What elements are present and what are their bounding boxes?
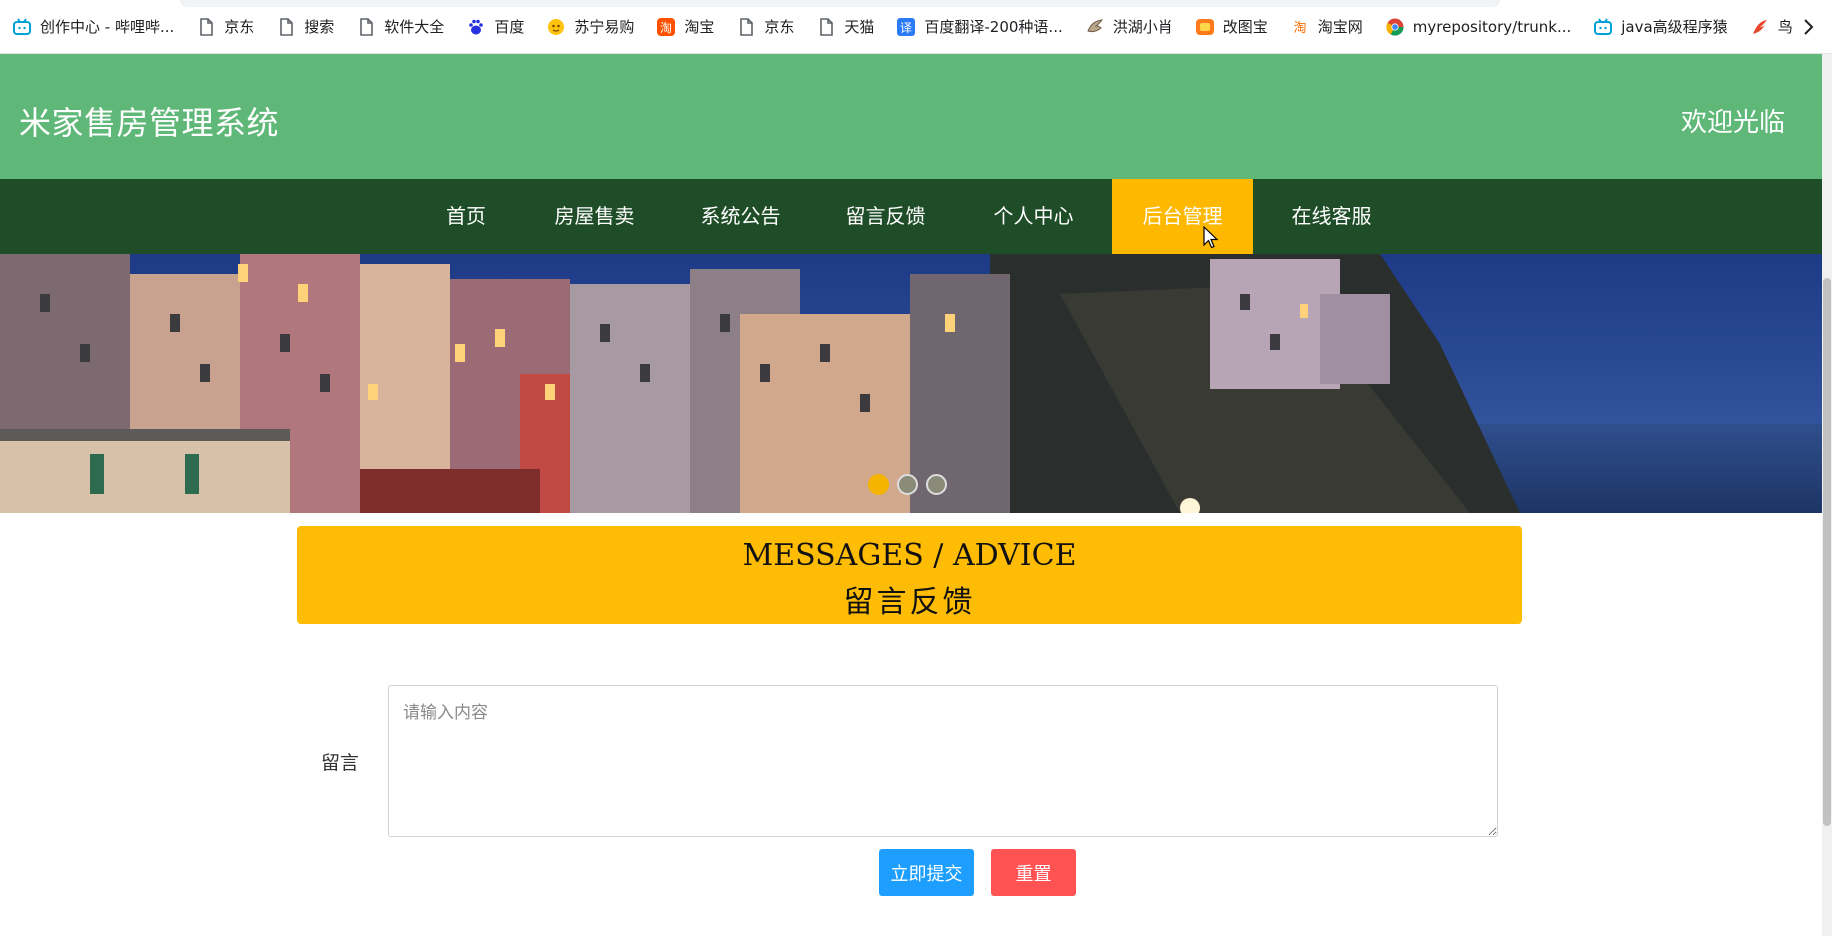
bookmark-item[interactable]: 京东 (196, 12, 254, 42)
translate-icon: 译 (897, 17, 916, 36)
bookmark-item[interactable]: java高级程序猿 (1593, 12, 1728, 42)
feather-icon (1752, 19, 1767, 34)
bookmark-label: 京东 (764, 18, 795, 36)
carousel-dot[interactable] (926, 474, 947, 495)
bookmark-item[interactable]: 洪湖小肖 (1085, 12, 1173, 42)
mouse-cursor-icon (1203, 226, 1219, 249)
bookmark-label: 改图宝 (1222, 18, 1268, 36)
bookmark-item[interactable]: 淘 淘宝 (656, 12, 714, 42)
section-title-cn: 留言反馈 (843, 585, 976, 620)
site-header: 米家售房管理系统 欢迎光临 (0, 54, 1822, 179)
chevron-right-icon[interactable] (1798, 17, 1818, 37)
bookmark-item[interactable]: myrepository/trunk... (1385, 12, 1571, 42)
bookmark-item[interactable]: 改图宝 (1195, 12, 1268, 42)
bookmark-label: 百度翻译-200种语... (924, 18, 1063, 36)
message-textarea[interactable] (388, 685, 1498, 837)
bookmarks-bar: 创作中心 - 哔哩哔... 京东 搜索 软件大全 百度 苏宁易购 淘 淘宝 京东 (0, 0, 1832, 54)
gaitubao-icon (1195, 18, 1214, 35)
bookmark-item[interactable]: 软件大全 (356, 12, 444, 42)
bookmark-item[interactable]: 苏宁易购 (546, 12, 634, 42)
bookmark-label: myrepository/trunk... (1412, 17, 1572, 36)
bookmark-item[interactable]: 译 百度翻译-200种语... (896, 12, 1063, 42)
baidu-icon (469, 19, 484, 34)
bookmark-item[interactable]: 创作中心 - 哔哩哔... (12, 12, 174, 42)
bookmark-item[interactable]: 搜索 (276, 12, 334, 42)
nav-item-admin[interactable]: 后台管理 (1112, 179, 1253, 254)
bookmark-label: 创作中心 - 哔哩哔... (40, 18, 175, 36)
reset-button[interactable]: 重置 (991, 849, 1076, 896)
section-title-en: MESSAGES / ADVICE (742, 538, 1077, 573)
chrome-icon (1386, 18, 1404, 36)
bird-icon (1087, 18, 1103, 32)
carousel-dots (868, 474, 947, 495)
site-title: 米家售房管理系统 (19, 104, 280, 142)
nav-item-home[interactable]: 首页 (431, 179, 501, 254)
carousel-dot[interactable] (868, 474, 889, 495)
submit-button[interactable]: 立即提交 (879, 849, 974, 896)
page-icon (820, 17, 834, 36)
bookmark-item[interactable]: 淘 淘宝网 (1290, 12, 1363, 42)
bilibili-icon (1594, 17, 1613, 35)
taobao-icon: 淘 (657, 17, 676, 36)
section-title-box: MESSAGES / ADVICE 留言反馈 (297, 526, 1522, 624)
page-icon (280, 17, 294, 36)
bookmark-label: 洪湖小肖 (1112, 18, 1173, 36)
nav-item-announcements[interactable]: 系统公告 (687, 179, 794, 254)
bookmark-label: 天猫 (844, 18, 875, 36)
nav-item-online-service[interactable]: 在线客服 (1278, 179, 1385, 254)
carousel-dot[interactable] (897, 474, 918, 495)
svg-text:译: 译 (900, 21, 912, 35)
bookmark-label: 淘宝网 (1317, 18, 1363, 36)
bilibili-icon (13, 17, 31, 35)
taobao-icon: 淘 (1293, 21, 1306, 36)
nav-item-feedback[interactable]: 留言反馈 (832, 179, 939, 254)
message-label: 留言 (321, 752, 360, 774)
page-scrollbar[interactable] (1822, 54, 1832, 936)
main-nav: 首页 房屋售卖 系统公告 留言反馈 个人中心 后台管理 在线客服 (0, 179, 1822, 254)
page-icon (740, 17, 754, 36)
page-icon (200, 17, 214, 36)
bookmark-label: 淘宝 (684, 18, 715, 36)
banner-carousel[interactable] (0, 254, 1822, 513)
bookmark-label: 百度 (494, 18, 525, 36)
svg-text:淘: 淘 (660, 21, 672, 35)
scrollbar-thumb[interactable] (1823, 278, 1831, 826)
bookmark-item[interactable]: 百度 (466, 12, 524, 42)
bookmark-item[interactable]: 天猫 (816, 12, 874, 42)
bookmark-label: 搜索 (304, 18, 335, 36)
bookmark-label: 苏宁易购 (574, 18, 635, 36)
bookmark-item[interactable]: 鸟 (1750, 12, 1793, 42)
page-icon (360, 17, 374, 36)
nav-item-profile[interactable]: 个人中心 (980, 179, 1087, 254)
welcome-text: 欢迎光临 (1680, 108, 1785, 138)
bookmark-label: 京东 (224, 18, 255, 36)
bookmark-label: 软件大全 (384, 18, 445, 36)
bookmark-label: 鸟 (1777, 18, 1793, 36)
nav-item-house-sale[interactable]: 房屋售卖 (541, 179, 648, 254)
bookmark-label: java高级程序猿 (1621, 18, 1728, 36)
page: 创作中心 - 哔哩哔... 京东 搜索 软件大全 百度 苏宁易购 淘 淘宝 京东 (0, 0, 1832, 936)
svg-text:淘: 淘 (1293, 21, 1306, 36)
bookmark-item[interactable]: 京东 (736, 12, 794, 42)
suning-icon (548, 18, 565, 35)
